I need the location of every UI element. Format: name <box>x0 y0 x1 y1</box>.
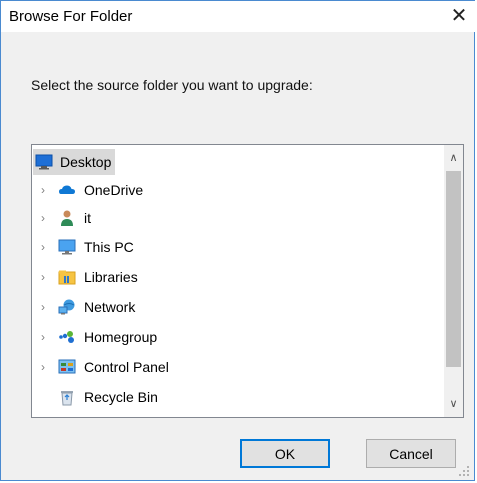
tree-item-label: OneDrive <box>84 182 144 198</box>
expand-chevron-icon[interactable]: › <box>36 360 50 374</box>
onedrive-icon <box>58 181 76 199</box>
homegroup-icon <box>58 328 76 346</box>
tree-item-it[interactable]: › it <box>36 205 91 231</box>
close-button[interactable]: ✕ <box>448 5 470 27</box>
close-icon: ✕ <box>450 5 468 27</box>
scroll-up-button[interactable]: ∧ <box>444 149 463 167</box>
libraries-icon <box>58 268 76 286</box>
browse-for-folder-dialog: Browse For Folder ✕ Select the source fo… <box>0 0 476 481</box>
vertical-scrollbar[interactable]: ∧ ∨ <box>444 145 463 417</box>
ok-button[interactable]: OK <box>240 439 330 468</box>
resize-grip-icon[interactable] <box>458 464 470 476</box>
expand-chevron-icon[interactable]: › <box>36 211 50 225</box>
tree-item-label: it <box>84 210 91 226</box>
scroll-thumb[interactable] <box>446 171 461 367</box>
folder-tree[interactable]: Desktop › OneDrive › it › This PC › Libr… <box>31 144 464 418</box>
desktop-icon <box>35 153 53 171</box>
tree-item-desktop[interactable]: Desktop <box>33 149 116 175</box>
recycle-bin-icon <box>58 388 76 406</box>
computer-icon <box>58 238 76 256</box>
network-icon <box>58 298 76 316</box>
ok-button-label: OK <box>274 445 296 462</box>
tree-item-homegroup[interactable]: › Homegroup <box>36 324 157 350</box>
tree-item-label: Control Panel <box>84 359 169 375</box>
tree-item-onedrive[interactable]: › OneDrive <box>36 177 143 203</box>
tree-item-label: Libraries <box>84 269 138 285</box>
expand-chevron-icon[interactable]: › <box>36 300 50 314</box>
tree-item-libraries[interactable]: › Libraries <box>36 264 138 290</box>
expand-chevron-icon[interactable]: › <box>36 240 50 254</box>
cancel-button[interactable]: Cancel <box>366 439 456 468</box>
expand-chevron-icon[interactable]: › <box>36 330 50 344</box>
scroll-down-button[interactable]: ∨ <box>444 395 463 413</box>
cancel-button-label: Cancel <box>389 445 433 462</box>
tree-item-recycle-bin[interactable]: Recycle Bin <box>36 384 158 410</box>
expand-chevron-icon[interactable]: › <box>36 270 50 284</box>
tree-item-this-pc[interactable]: › This PC <box>36 234 134 260</box>
expand-chevron-icon[interactable]: › <box>36 183 50 197</box>
control-panel-icon <box>58 358 76 376</box>
dialog-title: Browse For Folder <box>9 8 133 25</box>
instruction-text: Select the source folder you want to upg… <box>31 77 313 93</box>
user-icon <box>58 209 76 227</box>
title-bar: Browse For Folder ✕ <box>1 1 476 32</box>
tree-item-label: Homegroup <box>84 329 158 345</box>
tree-item-label: Network <box>84 299 136 315</box>
tree-item-label: Recycle Bin <box>84 389 158 405</box>
tree-item-control-panel[interactable]: › Control Panel <box>36 354 169 380</box>
tree-item-label: This PC <box>84 239 134 255</box>
tree-item-label: Desktop <box>60 154 112 170</box>
tree-item-network[interactable]: › Network <box>36 294 135 320</box>
